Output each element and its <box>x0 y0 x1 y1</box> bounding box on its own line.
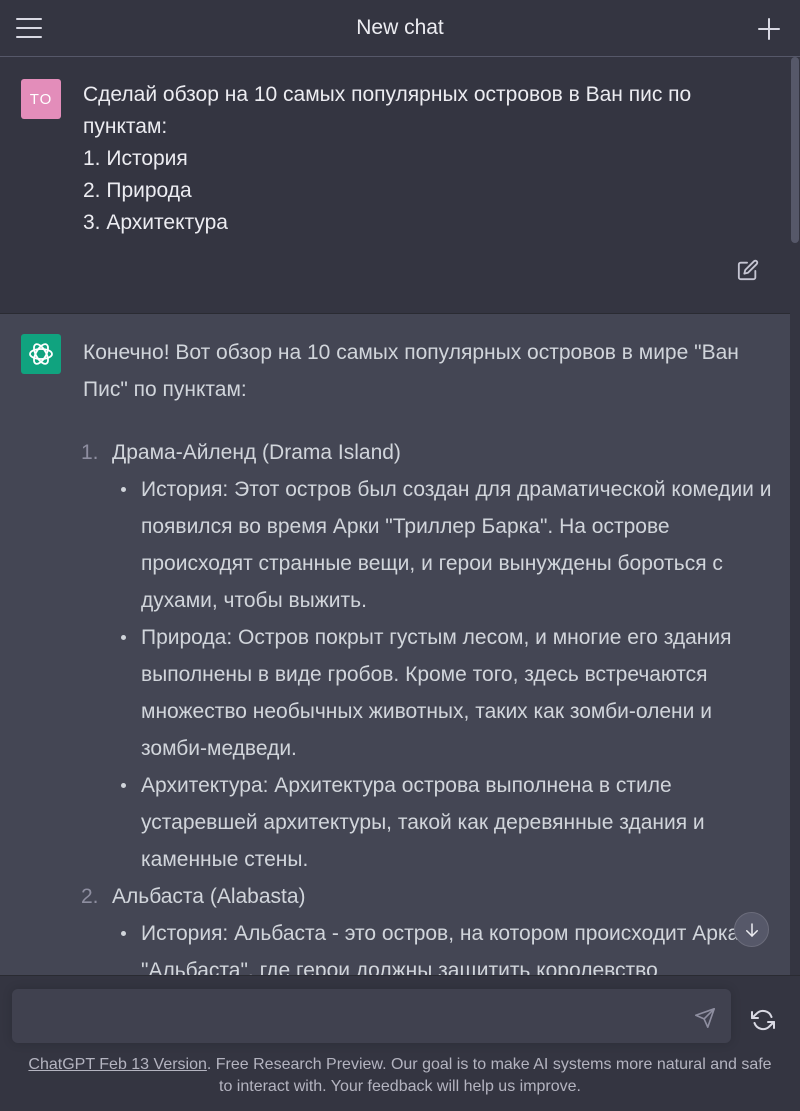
bullet-item: История: Альбаста - это остров, на котор… <box>121 915 773 975</box>
user-message-line: 3. Архитектура <box>83 211 228 234</box>
bullet-item: Архитектура: Архитектура острова выполне… <box>121 767 773 878</box>
message-input[interactable] <box>26 989 666 1043</box>
scrollbar-thumb[interactable] <box>791 57 799 243</box>
refresh-icon <box>751 1009 775 1031</box>
new-chat-plus-icon[interactable] <box>758 18 780 40</box>
edit-icon[interactable] <box>737 259 759 281</box>
user-message-text: Сделай обзор на 10 самых популярных остр… <box>83 79 743 239</box>
island-name: Альбаста (Alabasta) <box>112 885 306 908</box>
list-item: 2. Альбаста (Alabasta) История: Альбаста… <box>81 878 773 975</box>
footer-disclaimer: ChatGPT Feb 13 Version. Free Research Pr… <box>20 1054 780 1098</box>
user-message-line: пунктам: <box>83 115 168 138</box>
paper-plane-icon <box>695 1008 715 1028</box>
hamburger-menu-icon[interactable] <box>16 18 42 40</box>
user-message-line: 2. Природа <box>83 179 192 202</box>
message-input-box[interactable] <box>12 989 731 1043</box>
scroll-down-button[interactable] <box>734 912 769 947</box>
composer-area: ChatGPT Feb 13 Version. Free Research Pr… <box>0 975 800 1111</box>
footer-text: . Free Research Preview. Our goal is to … <box>206 1056 772 1095</box>
list-item: 1. Драма-Айленд (Drama Island) История: … <box>81 434 773 878</box>
send-button[interactable] <box>694 1007 718 1029</box>
list-item-number: 2. <box>81 885 99 908</box>
bullet-item: Природа: Остров покрыт густым лесом, и м… <box>121 619 773 767</box>
assistant-intro: Конечно! Вот обзор на 10 самых популярны… <box>83 341 739 401</box>
regenerate-button[interactable] <box>751 1008 776 1032</box>
bullet-list: История: Альбаста - это остров, на котор… <box>112 915 773 975</box>
top-bar: New chat <box>0 0 800 57</box>
user-message-line: 1. История <box>83 147 188 170</box>
assistant-message: Конечно! Вот обзор на 10 самых популярны… <box>0 314 790 975</box>
bullet-list: История: Этот остров был создан для драм… <box>112 471 773 878</box>
user-avatar: TO <box>21 79 61 119</box>
bullet-item: История: Этот остров был создан для драм… <box>121 471 773 619</box>
user-message-line: Сделай обзор на 10 самых популярных остр… <box>83 83 692 106</box>
arrow-down-icon <box>745 922 758 937</box>
conversation-area[interactable]: TO Сделай обзор на 10 самых популярных о… <box>0 57 800 975</box>
island-name: Драма-Айленд (Drama Island) <box>112 441 401 464</box>
version-link[interactable]: ChatGPT Feb 13 Version <box>28 1056 206 1073</box>
list-item-number: 1. <box>81 441 99 464</box>
assistant-message-text: Конечно! Вот обзор на 10 самых популярны… <box>81 334 773 975</box>
openai-logo-icon <box>21 334 61 374</box>
user-message: TO Сделай обзор на 10 самых популярных о… <box>0 57 800 314</box>
page-title: New chat <box>356 16 444 39</box>
